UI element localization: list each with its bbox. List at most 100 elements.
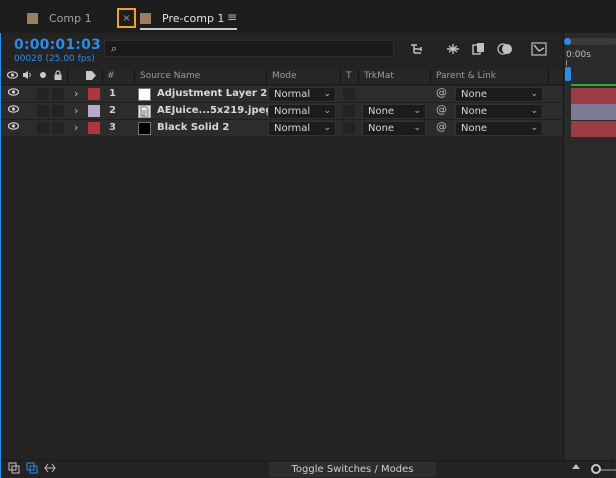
layer-duration-bar[interactable] [571,121,616,137]
mode-value: Normal [274,89,311,100]
draft-3d-icon[interactable] [444,40,462,58]
solo-switch[interactable] [37,88,49,100]
timeline-footer: Toggle Switches / Modes [1,460,616,478]
parent-value: None [461,106,488,117]
time-ruler-tick [566,60,567,66]
current-time-display[interactable]: 0:00:01:03 [14,37,101,53]
layer-row[interactable]: › 3 Black Solid 2 Normal ⌄ None ⌄ @ None ⌄ [1,120,563,137]
trkmat-dropdown[interactable]: None ⌄ [362,121,426,136]
label-tag-icon[interactable] [85,70,97,84]
in-out-duration-pane-icon[interactable] [44,462,56,477]
layer-thumbnail [138,88,151,101]
preserve-transparency-switch[interactable] [343,105,355,117]
pick-whip-icon[interactable]: @ [436,86,447,99]
layer-row[interactable]: › 1 Adjustment Layer 2 Normal ⌄ @ None ⌄ [1,86,563,103]
motion-blur-icon[interactable] [496,40,514,58]
current-time-indicator[interactable] [565,67,571,81]
column-divider [358,69,359,85]
search-icon: ⌕ [111,42,118,55]
column-trkmat[interactable]: TrkMat [364,71,394,81]
frame-blending-icon[interactable] [470,40,488,58]
mode-value: Normal [274,123,311,134]
layer-duration-bar[interactable] [571,104,616,120]
image-file-icon [138,105,151,118]
column-divider [134,69,135,85]
trkmat-value: None [368,123,395,134]
layer-thumbnail [138,122,151,135]
eye-icon[interactable] [7,104,20,117]
column-source-name[interactable]: Source Name [140,71,200,81]
parent-dropdown[interactable]: None ⌄ [455,87,543,102]
trkmat-value: None [368,106,395,117]
preserve-transparency-switch[interactable] [343,122,355,134]
graph-editor-icon[interactable] [530,40,548,58]
pick-whip-icon[interactable]: @ [436,103,447,116]
chevron-down-icon: ⌄ [323,123,331,133]
render-progress-bar [571,84,616,86]
chevron-down-icon: ⌄ [323,106,331,116]
zoom-slider-knob[interactable] [591,464,601,474]
lock-switch-icon[interactable] [53,70,63,84]
layer-number: 1 [109,88,116,99]
layer-number: 3 [109,122,116,133]
close-tab-button[interactable]: × [117,8,136,28]
column-divider [266,69,267,85]
eye-icon[interactable] [7,121,20,134]
eye-icon[interactable] [7,87,20,100]
solo-switch[interactable] [37,105,49,117]
frame-info: 00028 (25.00 fps) [14,54,95,64]
parent-dropdown[interactable]: None ⌄ [455,104,543,119]
mode-dropdown[interactable]: Normal ⌄ [268,87,336,102]
chevron-down-icon: ⌄ [413,106,421,116]
work-area-bar[interactable] [566,38,616,45]
mode-dropdown[interactable]: Normal ⌄ [268,104,336,119]
video-switch-icon[interactable] [6,70,19,83]
label-color-swatch[interactable] [88,122,100,134]
zoom-out-icon[interactable] [571,462,581,473]
column-t[interactable]: T [346,71,352,81]
layer-search-input[interactable]: ⌕ [104,40,394,57]
chevron-down-icon: ⌄ [323,89,331,99]
layer-row[interactable]: › 2 AEJuice...5x219.jpeg Normal ⌄ None ⌄ @… [1,103,563,120]
preserve-transparency-switch[interactable] [343,88,355,100]
tab-comp-1-label: Comp 1 [49,11,92,25]
lock-switch[interactable] [52,122,64,134]
layer-duration-bar[interactable] [571,88,616,104]
column-divider [102,69,103,85]
chevron-right-icon[interactable]: › [74,121,78,134]
chevron-right-icon[interactable]: › [74,104,78,117]
parent-value: None [461,123,488,134]
layer-name[interactable]: Adjustment Layer 2 [157,88,267,99]
tab-pre-comp-1[interactable]: Pre-comp 1 [140,8,224,28]
mode-value: Normal [274,106,311,117]
mode-dropdown[interactable]: Normal ⌄ [268,121,336,136]
layer-switches-pane-icon[interactable] [8,462,20,477]
parent-dropdown[interactable]: None ⌄ [455,121,543,136]
trkmat-dropdown[interactable]: None ⌄ [362,104,426,119]
toggle-switches-modes-button[interactable]: Toggle Switches / Modes [269,462,436,477]
panel-menu-icon[interactable]: ≡ [227,10,237,24]
active-tab-indicator [140,28,237,30]
audio-switch-icon[interactable] [22,70,32,83]
column-hash[interactable]: # [107,71,115,81]
solo-switch[interactable] [37,122,49,134]
tab-comp-1[interactable]: Comp 1 [27,8,92,28]
lock-switch[interactable] [52,105,64,117]
column-parent-link[interactable]: Parent & Link [436,71,496,81]
work-area-start-handle[interactable] [564,38,571,45]
composition-mini-flowchart-icon[interactable] [409,40,427,58]
layer-column-header: # Source Name Mode T TrkMat Parent & Lin… [1,69,563,85]
label-color-swatch[interactable] [88,88,100,100]
time-ruler-label: 0:00s [566,50,591,60]
label-color-swatch[interactable] [88,105,100,117]
layer-name[interactable]: Black Solid 2 [157,122,229,133]
pick-whip-icon[interactable]: @ [436,120,447,133]
transfer-controls-pane-icon[interactable] [26,462,38,477]
composition-icon [27,12,38,24]
chevron-right-icon[interactable]: › [74,87,78,100]
solo-switch-icon[interactable] [39,70,47,83]
layer-name[interactable]: AEJuice...5x219.jpeg [157,105,273,116]
composition-icon [140,12,151,24]
column-mode[interactable]: Mode [272,71,297,81]
lock-switch[interactable] [52,88,64,100]
